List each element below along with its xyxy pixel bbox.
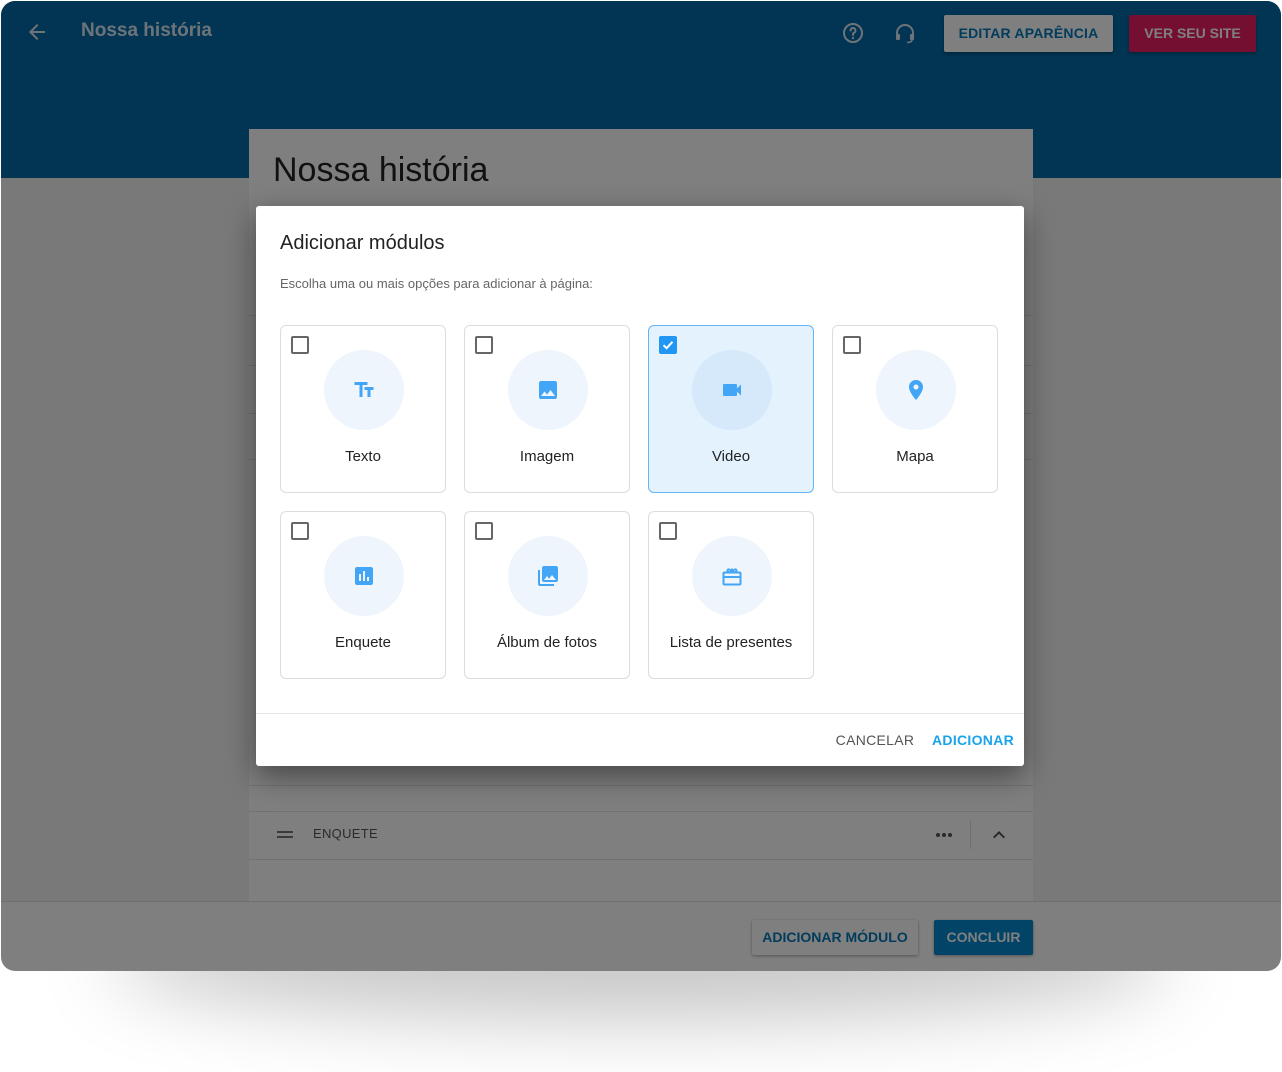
module-checkbox[interactable] (659, 522, 677, 540)
module-label: Enquete (335, 634, 391, 651)
module-icon-circle (324, 536, 404, 616)
module-checkbox[interactable] (843, 336, 861, 354)
videocam-icon (723, 384, 741, 396)
dialog-title: Adicionar módulos (280, 232, 445, 254)
module-label: Video (711, 448, 751, 465)
module-icon-circle (692, 536, 772, 616)
module-icon-circle (692, 350, 772, 430)
photo-library-icon (538, 566, 558, 586)
module-tile-enquete[interactable]: Enquete (280, 511, 446, 679)
add-button[interactable]: ADICIONAR (932, 728, 1014, 752)
add-modules-dialog: Adicionar módulos Escolha uma ou mais op… (256, 206, 1024, 766)
module-tile-video[interactable]: Video (648, 325, 814, 493)
poll-icon (355, 567, 373, 585)
module-label: Mapa (896, 448, 934, 465)
module-checkbox[interactable] (291, 336, 309, 354)
module-checkbox[interactable] (475, 522, 493, 540)
module-checkbox[interactable] (475, 336, 493, 354)
module-checkbox[interactable] (659, 336, 677, 354)
module-tile-imagem[interactable]: Imagem (464, 325, 630, 493)
module-tile-mapa[interactable]: Mapa (832, 325, 998, 493)
module-icon-circle (324, 350, 404, 430)
image-icon (539, 381, 557, 399)
module-label: Lista de presentes (669, 634, 793, 651)
module-icon-circle (876, 350, 956, 430)
module-checkbox[interactable] (291, 522, 309, 540)
dialog-divider (256, 713, 1024, 714)
module-tile-texto[interactable]: Texto (280, 325, 446, 493)
module-tile-album[interactable]: Álbum de fotos (464, 511, 630, 679)
gift-icon (722, 568, 742, 586)
module-label: Texto (345, 448, 381, 465)
cancel-button[interactable]: CANCELAR (832, 728, 918, 752)
map-pin-icon (909, 380, 923, 400)
dialog-subtitle: Escolha uma ou mais opções para adiciona… (280, 276, 593, 291)
module-tile-lista-de-presentes[interactable]: Lista de presentes (648, 511, 814, 679)
module-label: Imagem (519, 448, 575, 465)
module-icon-circle (508, 350, 588, 430)
text-fields-icon (354, 382, 374, 397)
module-icon-circle (508, 536, 588, 616)
module-label: Álbum de fotos (496, 634, 598, 651)
